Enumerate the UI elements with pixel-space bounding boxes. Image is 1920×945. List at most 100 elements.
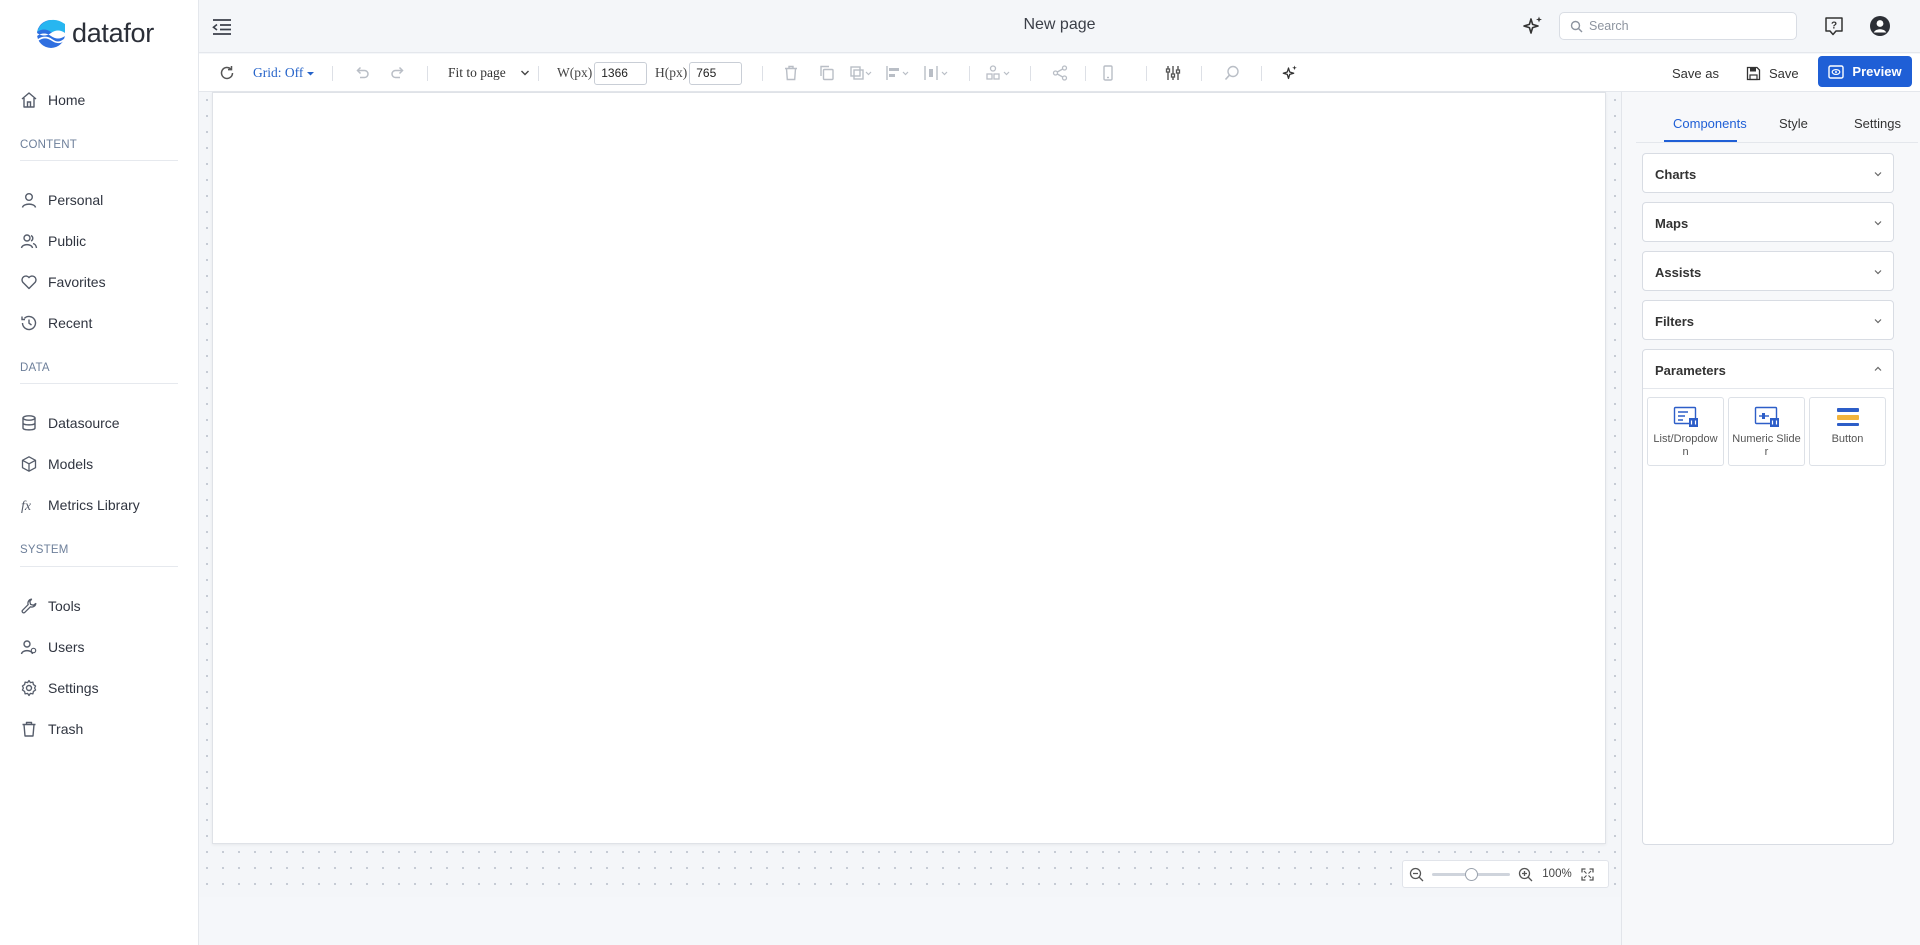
save-label: Save <box>1769 65 1799 81</box>
zoom-out-icon[interactable] <box>1409 867 1424 882</box>
delete-button[interactable] <box>782 54 800 92</box>
component-label: List/Dropdown <box>1653 433 1718 458</box>
zoom-in-icon[interactable] <box>1518 867 1533 882</box>
ai-sparkle-icon[interactable] <box>1521 14 1545 38</box>
share-button[interactable] <box>1051 54 1069 92</box>
component-list-dropdown[interactable]: List/Dropdown <box>1647 397 1724 466</box>
help-icon[interactable]: ? <box>1823 15 1845 37</box>
sidebar-item-label: Personal <box>48 192 104 208</box>
design-workspace[interactable] <box>199 92 1621 897</box>
account-icon[interactable] <box>1869 15 1891 37</box>
sidebar-item-recent[interactable]: Recent <box>20 308 180 338</box>
page-settings-button[interactable] <box>1164 54 1182 92</box>
sidebar-item-personal[interactable]: Personal <box>20 185 180 215</box>
accordion-assists[interactable]: Assists <box>1642 251 1894 291</box>
fx-icon: fx <box>21 499 32 514</box>
fit-mode-label: Fit to page <box>448 65 506 80</box>
group-dropdown[interactable] <box>985 54 1013 92</box>
height-input[interactable] <box>689 61 743 85</box>
refresh-button[interactable] <box>218 54 236 92</box>
cube-icon <box>21 456 37 472</box>
toolbar-divider <box>1201 66 1202 81</box>
preview-button[interactable]: Preview <box>1818 56 1912 87</box>
sidebar-item-label: Tools <box>48 598 81 614</box>
sidebar-item-users[interactable]: Users <box>20 632 180 662</box>
datafor-logo-icon <box>37 19 66 48</box>
redo-button[interactable] <box>389 54 407 92</box>
layers-icon <box>850 66 872 80</box>
component-button[interactable]: Button <box>1809 397 1886 466</box>
height-label: H(px) <box>655 65 688 80</box>
page-canvas[interactable] <box>212 92 1606 844</box>
svg-text:fx: fx <box>21 499 32 514</box>
floppy-disk-icon <box>1746 66 1761 80</box>
sidebar-item-settings[interactable]: Settings <box>20 673 180 703</box>
chevron-down-icon <box>1874 221 1882 226</box>
search-input[interactable] <box>1589 19 1789 33</box>
copy-button[interactable] <box>818 54 836 92</box>
align-dropdown[interactable] <box>885 54 911 92</box>
tab-settings[interactable]: Settings <box>1854 116 1901 131</box>
sidebar: datafor Home CONTENT Personal Public Fav… <box>0 0 199 945</box>
zoom-slider[interactable] <box>1432 867 1510 881</box>
sidebar-item-label: Home <box>48 92 86 108</box>
grid-toggle-label: Grid: Off <box>253 65 304 80</box>
sidebar-item-label: Users <box>48 639 85 655</box>
accordion-filters[interactable]: Filters <box>1642 300 1894 340</box>
collapse-menu-icon[interactable] <box>211 16 233 38</box>
sidebar-item-public[interactable]: Public <box>20 226 180 256</box>
app-logo[interactable]: datafor <box>36 18 154 49</box>
fullscreen-icon[interactable] <box>1581 867 1594 881</box>
properties-panel: Components Style Settings Charts Maps As… <box>1621 92 1920 945</box>
width-label: W(px) <box>557 65 593 80</box>
accordion-maps[interactable]: Maps <box>1642 202 1894 242</box>
home-icon <box>21 92 37 108</box>
sidebar-item-label: Settings <box>48 680 99 696</box>
sidebar-item-home[interactable]: Home <box>20 85 180 115</box>
caret-down-icon <box>307 71 315 75</box>
sidebar-item-datasource[interactable]: Datasource <box>20 408 180 438</box>
layer-order-dropdown[interactable] <box>849 54 873 92</box>
save-as-button[interactable]: Save as <box>1672 54 1719 92</box>
section-label-content: CONTENT <box>20 139 77 151</box>
find-component-button[interactable] <box>1223 54 1241 92</box>
preview-eye-icon <box>1828 64 1845 79</box>
sidebar-item-label: Metrics Library <box>48 497 140 513</box>
tab-components[interactable]: Components <box>1673 116 1747 131</box>
search-box <box>1559 12 1797 40</box>
panel-tabs: Components Style Settings <box>1636 92 1918 144</box>
undo-button[interactable] <box>353 54 371 92</box>
width-input[interactable] <box>594 61 648 85</box>
zoom-control: 100% <box>1402 860 1609 888</box>
database-icon <box>22 415 36 431</box>
fit-mode-dropdown[interactable]: Fit to page <box>448 54 530 92</box>
sidebar-item-metrics-library[interactable]: fx Metrics Library <box>20 490 180 520</box>
toolbar-divider <box>1261 66 1262 81</box>
toolbar-divider <box>538 66 539 81</box>
accordion-charts[interactable]: Charts <box>1642 153 1894 193</box>
grid-toggle-dropdown[interactable]: Grid: Off <box>253 54 315 92</box>
section-label-data: DATA <box>20 362 50 374</box>
tabs-divider <box>1636 142 1918 143</box>
sidebar-item-favorites[interactable]: Favorites <box>20 267 180 297</box>
tab-style[interactable]: Style <box>1779 116 1808 131</box>
sidebar-item-tools[interactable]: Tools <box>20 591 180 621</box>
zoom-slider-thumb[interactable] <box>1464 867 1478 881</box>
mobile-view-button[interactable] <box>1099 54 1117 92</box>
preview-label: Preview <box>1852 64 1902 79</box>
sidebar-item-label: Recent <box>48 315 93 331</box>
heart-icon <box>21 275 37 290</box>
sidebar-item-trash[interactable]: Trash <box>20 714 180 744</box>
users-icon <box>20 234 38 249</box>
sidebar-item-models[interactable]: Models <box>20 449 180 479</box>
section-label-system: SYSTEM <box>20 544 69 556</box>
zoom-percent: 100% <box>1542 868 1572 880</box>
distribute-dropdown[interactable] <box>923 54 951 92</box>
component-numeric-slider[interactable]: Numeric Slider <box>1728 397 1805 466</box>
save-button[interactable]: Save <box>1746 54 1799 92</box>
toolbar-divider <box>332 66 333 81</box>
accordion-parameters-header[interactable]: Parameters <box>1643 350 1893 389</box>
ai-assistant-button[interactable] <box>1281 54 1299 92</box>
trash-icon <box>785 65 797 81</box>
numeric-slider-icon <box>1754 406 1779 427</box>
